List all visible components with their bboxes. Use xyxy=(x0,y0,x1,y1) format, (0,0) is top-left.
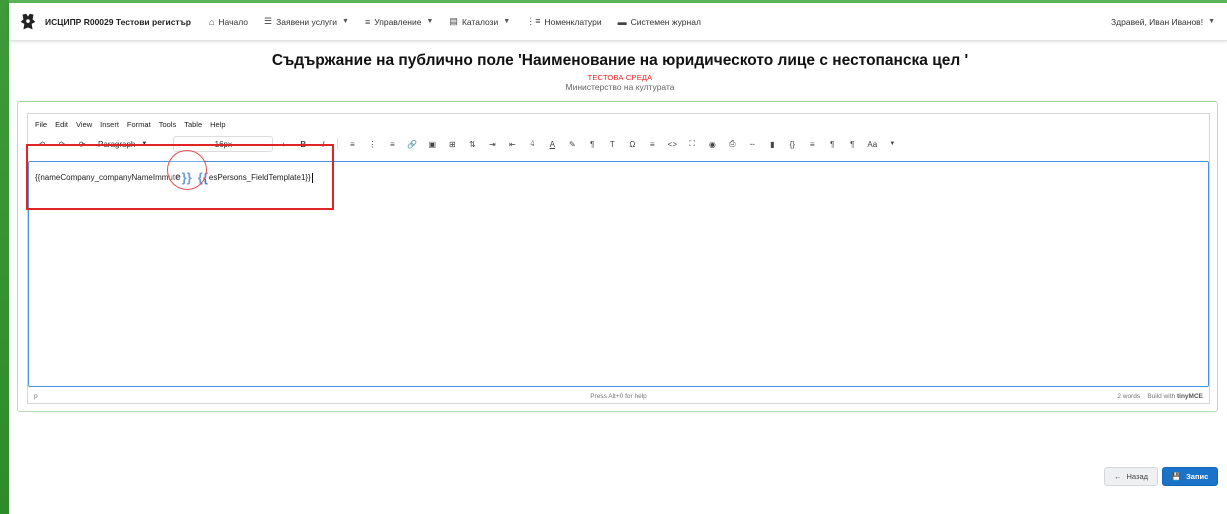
user-greeting: Здравей, Иван Иванов! xyxy=(1111,16,1204,27)
status-right: 2 words Build with tinyMCE xyxy=(737,393,1209,400)
image-icon[interactable]: ▣ xyxy=(425,137,439,151)
menu-table[interactable]: Table xyxy=(184,120,202,129)
table-icon[interactable]: ⊞ xyxy=(445,137,459,151)
menu-view[interactable]: View xyxy=(76,120,92,129)
font-family-icon[interactable]: Aa xyxy=(865,137,879,151)
menu-insert[interactable]: Insert xyxy=(100,120,119,129)
page-title: Съдържание на публично поле 'Наименовани… xyxy=(271,52,969,69)
list-icon: ≡ xyxy=(364,16,371,27)
ministry-label: Министерство на културата xyxy=(565,82,675,92)
clear-format-icon[interactable]: T xyxy=(605,137,619,151)
menu-help[interactable]: Help xyxy=(210,120,225,129)
print-icon[interactable]: ⎙ xyxy=(725,137,739,151)
nav-catalogs-label: Каталози xyxy=(461,16,499,27)
link-icon[interactable]: 🔗 xyxy=(405,137,419,151)
arrow-left-icon: ← xyxy=(1114,472,1122,481)
top-navbar: ИСЦИПР R00029 Тестови регистър ⌂ Начало … xyxy=(9,3,1227,41)
outdent-icon[interactable]: ⇤ xyxy=(505,137,519,151)
back-button-label: Назад xyxy=(1126,472,1149,481)
red-highlight-circle xyxy=(167,150,207,190)
align-icon[interactable]: ≡ xyxy=(345,137,359,151)
menu-edit[interactable]: Edit xyxy=(55,120,68,129)
nav-management-label: Управление xyxy=(374,16,422,27)
built-with-label: Build with xyxy=(1147,392,1176,400)
rtl-icon[interactable]: ¶ xyxy=(845,137,859,151)
pagebreak-icon[interactable]: ╌ xyxy=(745,137,759,151)
highlight-color-icon[interactable]: ✎ xyxy=(565,137,579,151)
word-count[interactable]: 2 words xyxy=(1117,393,1140,400)
paint-format-icon[interactable]: ¶ xyxy=(585,137,599,151)
floppy-disk-icon: 💾 xyxy=(1171,472,1182,481)
list-icon[interactable]: ≡ xyxy=(645,137,659,151)
text-color-icon[interactable]: A xyxy=(545,137,559,151)
brand[interactable]: ИСЦИПР R00029 Тестови регистър xyxy=(9,11,191,33)
chevron-down-icon: ▼ xyxy=(1208,18,1215,25)
user-menu[interactable]: Здравей, Иван Иванов! ▼ xyxy=(1103,3,1227,40)
nav-catalogs[interactable]: ▤ Каталози ▼ xyxy=(441,3,518,40)
bookmark-icon[interactable]: ▮ xyxy=(765,137,779,151)
editor-menubar: File Edit View Insert Format Tools Table… xyxy=(28,114,1209,134)
tinymce-brand[interactable]: tinyMCE xyxy=(1177,393,1203,400)
special-char-icon[interactable]: Ω xyxy=(625,137,639,151)
code-icon[interactable]: <> xyxy=(665,137,679,151)
nav-nomenclatures-label: Номенклатури xyxy=(544,16,602,27)
nav-requested-services-label: Заявени услуги xyxy=(276,16,338,27)
menu-tools[interactable]: Tools xyxy=(159,120,177,129)
chevron-down-icon: ▼ xyxy=(426,18,434,25)
nav-management[interactable]: ≡ Управление ▼ xyxy=(357,3,441,40)
indent-icon[interactable]: ⇥ xyxy=(485,137,499,151)
brand-title: ИСЦИПР R00029 Тестови регистър xyxy=(45,16,191,27)
environment-label: ТЕСТОВА СРЕДА xyxy=(587,73,653,82)
template-icon[interactable]: {} xyxy=(785,137,799,151)
chevron-down-icon: ▼ xyxy=(342,18,349,25)
element-path[interactable]: p xyxy=(28,393,500,400)
paragraph-icon[interactable]: ¶ xyxy=(825,137,839,151)
fullscreen-icon[interactable]: ⛶ xyxy=(685,137,699,151)
chevron-down-icon: ▼ xyxy=(503,18,511,25)
menu-format[interactable]: Format xyxy=(127,120,151,129)
line-height-icon[interactable]: ⇅ xyxy=(465,137,479,151)
menu-file[interactable]: File xyxy=(35,120,47,129)
coat-of-arms-logo-icon xyxy=(20,13,36,29)
preview-icon[interactable]: ◉ xyxy=(705,137,719,151)
nav-system-journal-label: Системен журнал xyxy=(630,16,701,27)
strikethrough-icon[interactable]: 𝟺 xyxy=(525,137,539,151)
back-button[interactable]: ← Назад xyxy=(1104,467,1158,486)
catalog-icon: ▤ xyxy=(449,16,458,26)
save-button-label: Запис xyxy=(1186,472,1209,481)
journal-icon: ▬ xyxy=(617,16,627,27)
bullet-list-icon[interactable]: ⋮ xyxy=(365,137,379,151)
save-button[interactable]: 💾 Запис xyxy=(1162,467,1218,486)
editor-statusbar: p Press Alt+0 for help 2 words Build wit… xyxy=(28,389,1209,403)
home-icon: ⌂ xyxy=(208,16,215,27)
nav-home-label: Начало xyxy=(218,16,249,27)
ltr-icon[interactable]: ≡ xyxy=(805,137,819,151)
nav-requested-services[interactable]: ☰ Заявени услуги ▼ xyxy=(256,3,357,40)
chevron-down-icon[interactable]: ▼ xyxy=(885,137,899,151)
help-hint: Press Alt+0 for help xyxy=(590,392,647,400)
layers-icon: ☰ xyxy=(264,16,273,26)
nav-system-journal[interactable]: ▬ Системен журнал xyxy=(610,3,709,40)
list-ul-icon: ⋮≡ xyxy=(526,16,541,26)
numbered-list-icon[interactable]: ≡ xyxy=(385,137,399,151)
nav-home[interactable]: ⌂ Начало xyxy=(201,3,256,40)
nav-nomenclatures[interactable]: ⋮≡ Номенклатури xyxy=(518,3,609,40)
